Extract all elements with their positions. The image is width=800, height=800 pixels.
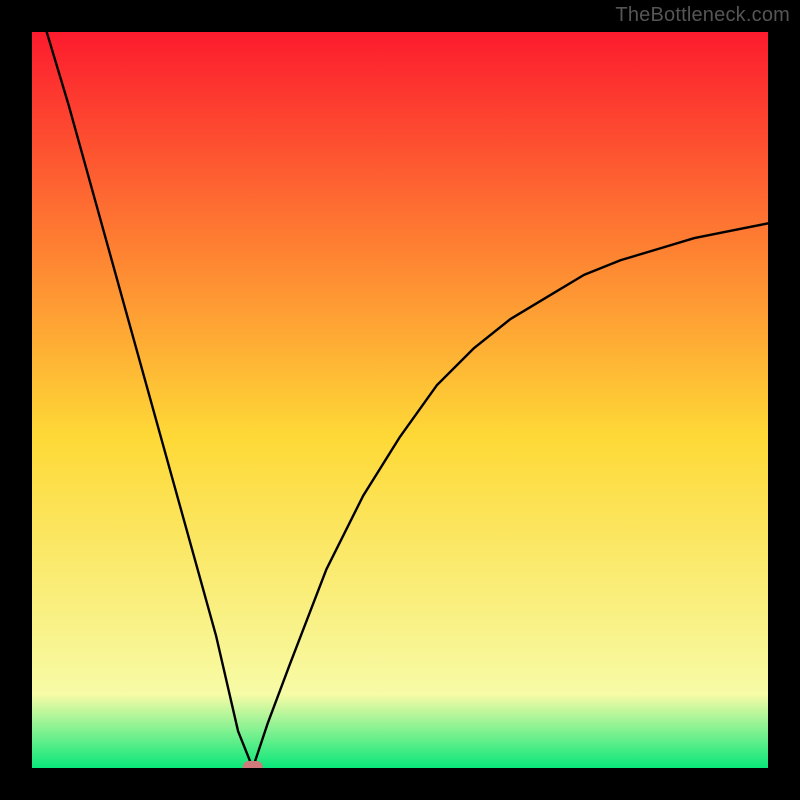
plot-background: [32, 32, 768, 768]
watermark-text: TheBottleneck.com: [615, 4, 790, 27]
minimum-marker: [243, 761, 263, 768]
chart-frame: TheBottleneck.com: [0, 0, 800, 800]
bottleneck-chart: [32, 32, 768, 768]
